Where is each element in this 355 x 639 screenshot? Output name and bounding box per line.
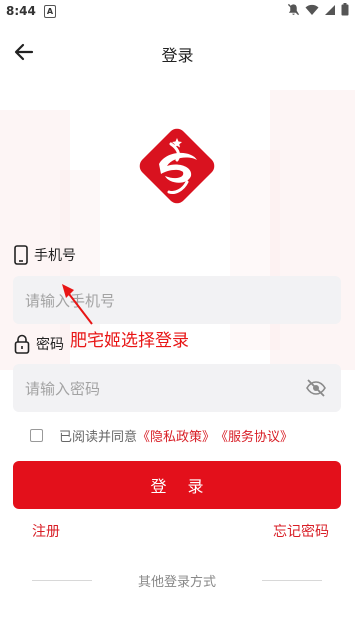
status-time: 8:44 <box>6 4 36 18</box>
battery-icon <box>341 3 349 16</box>
service-agreement-link[interactable]: 《服务协议》 <box>215 426 293 445</box>
password-label-row: 密码 <box>14 334 64 354</box>
agreement-prefix: 已阅读并同意 <box>59 430 138 445</box>
forgot-password-link[interactable]: 忘记密码 <box>273 521 329 541</box>
register-link[interactable]: 注册 <box>32 521 60 541</box>
other-login-label: 其他登录方式 <box>137 575 216 590</box>
privacy-policy-link[interactable]: 《隐私政策》 <box>137 426 215 445</box>
phone-icon <box>14 245 28 265</box>
divider-right <box>261 580 322 581</box>
annotation-arrow <box>62 284 93 325</box>
other-login-row: 其他登录方式 <box>32 571 322 590</box>
lock-icon <box>14 334 30 354</box>
page-title: 登录 <box>161 46 194 65</box>
divider-left <box>32 580 92 581</box>
eye-off-icon[interactable] <box>305 378 327 398</box>
status-icons <box>287 3 349 16</box>
annotation-text: 肥宅姬选择登录 <box>70 331 189 351</box>
signal-icon <box>325 4 335 15</box>
header: 登录 <box>0 30 355 74</box>
agreement-checkbox[interactable] <box>30 429 43 442</box>
phone-label-row: 手机号 <box>14 245 76 265</box>
agreement-row: 已阅读并同意 《隐私政策》 《服务协议》 <box>30 426 293 445</box>
notification-icon: A <box>44 5 56 18</box>
app-logo <box>131 120 223 212</box>
mute-bell-icon <box>287 3 300 16</box>
status-bar: 8:44 A <box>0 0 355 24</box>
phone-label: 手机号 <box>34 248 76 264</box>
password-label: 密码 <box>36 337 64 353</box>
wifi-icon <box>305 4 319 15</box>
login-button[interactable]: 登 录 <box>13 461 341 509</box>
password-input[interactable]: 请输入密码 <box>13 364 341 412</box>
password-placeholder: 请输入密码 <box>25 379 101 398</box>
